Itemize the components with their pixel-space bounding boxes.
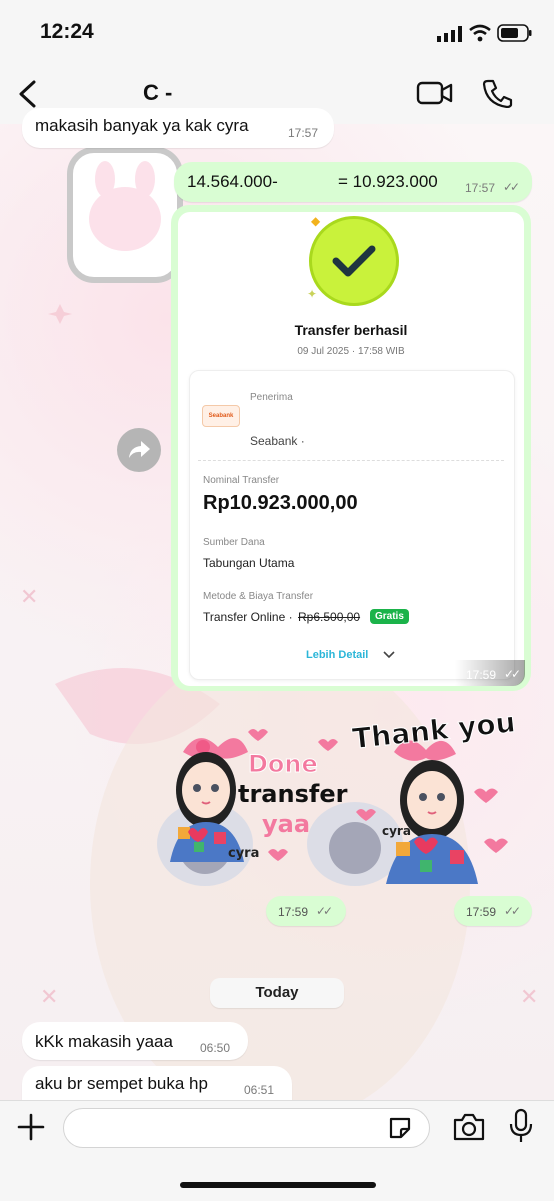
message-input[interactable] (63, 1108, 430, 1148)
svg-text:✕: ✕ (520, 984, 538, 1009)
sticker-text-line3: yaa (262, 810, 311, 838)
divider (198, 460, 504, 461)
receipt-date: 09 Jul 2025 · 17:58 WIB (297, 346, 405, 357)
fee-badge: Gratis (370, 609, 409, 624)
message-time: 06:50 (200, 1041, 231, 1055)
message-text: kKk makasih yaaa (35, 1032, 173, 1051)
plus-icon[interactable] (16, 1112, 46, 1142)
nominal-value: Rp10.923.000,00 (203, 492, 358, 514)
sparkle-icon: ✦ (307, 287, 318, 301)
wifi-icon (469, 24, 491, 42)
signal-icon (437, 26, 463, 42)
chevron-down-icon (382, 648, 396, 660)
recipient-bank: Seabank · (250, 434, 305, 448)
message-text: makasih banyak ya kak cyra (35, 116, 249, 135)
svg-text:✕: ✕ (20, 584, 38, 609)
read-ticks-icon: ✓✓ (316, 904, 333, 918)
back-arrow-icon[interactable] (14, 78, 42, 110)
message-text: aku br sempet buka hp (35, 1074, 208, 1093)
recipient-label: Penerima (250, 392, 293, 403)
read-ticks-icon: ✓✓ (503, 180, 520, 194)
home-indicator (180, 1182, 376, 1188)
sticker-text-line1: Done (248, 750, 319, 779)
success-check-icon (309, 216, 399, 306)
forward-icon[interactable] (117, 428, 161, 472)
status-time: 12:24 (40, 20, 94, 43)
sticker-signature: cyra (382, 824, 411, 838)
sticker-text-line2: transfer (238, 780, 348, 808)
detail-link[interactable]: Lebih Detail (306, 649, 368, 661)
amount-after: = 10.923.000 (338, 172, 438, 191)
sticker-signature: cyra (228, 846, 260, 861)
receipt-title: Transfer berhasil (294, 322, 408, 338)
read-ticks-icon: ✓✓ (504, 667, 521, 681)
contact-name[interactable]: C - (143, 80, 172, 106)
video-call-icon[interactable] (416, 80, 454, 106)
seabank-logo-text: Seabank (208, 413, 234, 419)
seabank-logo: Seabank (202, 405, 240, 427)
sticker-done-transfer[interactable]: Done transfer yaa cyra (158, 722, 348, 872)
sticker-icon[interactable] (387, 1115, 413, 1141)
source-value: Tabungan Utama (203, 556, 295, 570)
sticker-thank-you[interactable]: Thank you cyra (346, 702, 530, 888)
fee-struck: Rp6.500,00 (298, 610, 361, 624)
message-time: 17:59 (466, 668, 497, 682)
sparkle-icon: ◆ (311, 214, 321, 228)
message-time: 06:51 (244, 1083, 275, 1097)
battery-icon (497, 24, 533, 42)
phone-call-icon[interactable] (482, 78, 514, 109)
svg-text:✕: ✕ (40, 984, 58, 1009)
method-label: Metode & Biaya Transfer (203, 591, 314, 602)
nominal-label: Nominal Transfer (203, 475, 280, 486)
source-label: Sumber Dana (203, 537, 265, 548)
microphone-icon[interactable] (508, 1108, 534, 1144)
amount-before: 14.564.000- (187, 172, 278, 191)
read-ticks-icon: ✓✓ (504, 904, 521, 918)
camera-icon[interactable] (452, 1112, 486, 1142)
message-time: 17:59 (278, 905, 309, 919)
message-time: 17:59 (466, 905, 497, 919)
message-time: 17:57 (288, 126, 319, 140)
day-divider-label: Today (255, 984, 299, 1001)
message-time: 17:57 (465, 181, 496, 195)
method-value: Transfer Online · (203, 610, 293, 624)
